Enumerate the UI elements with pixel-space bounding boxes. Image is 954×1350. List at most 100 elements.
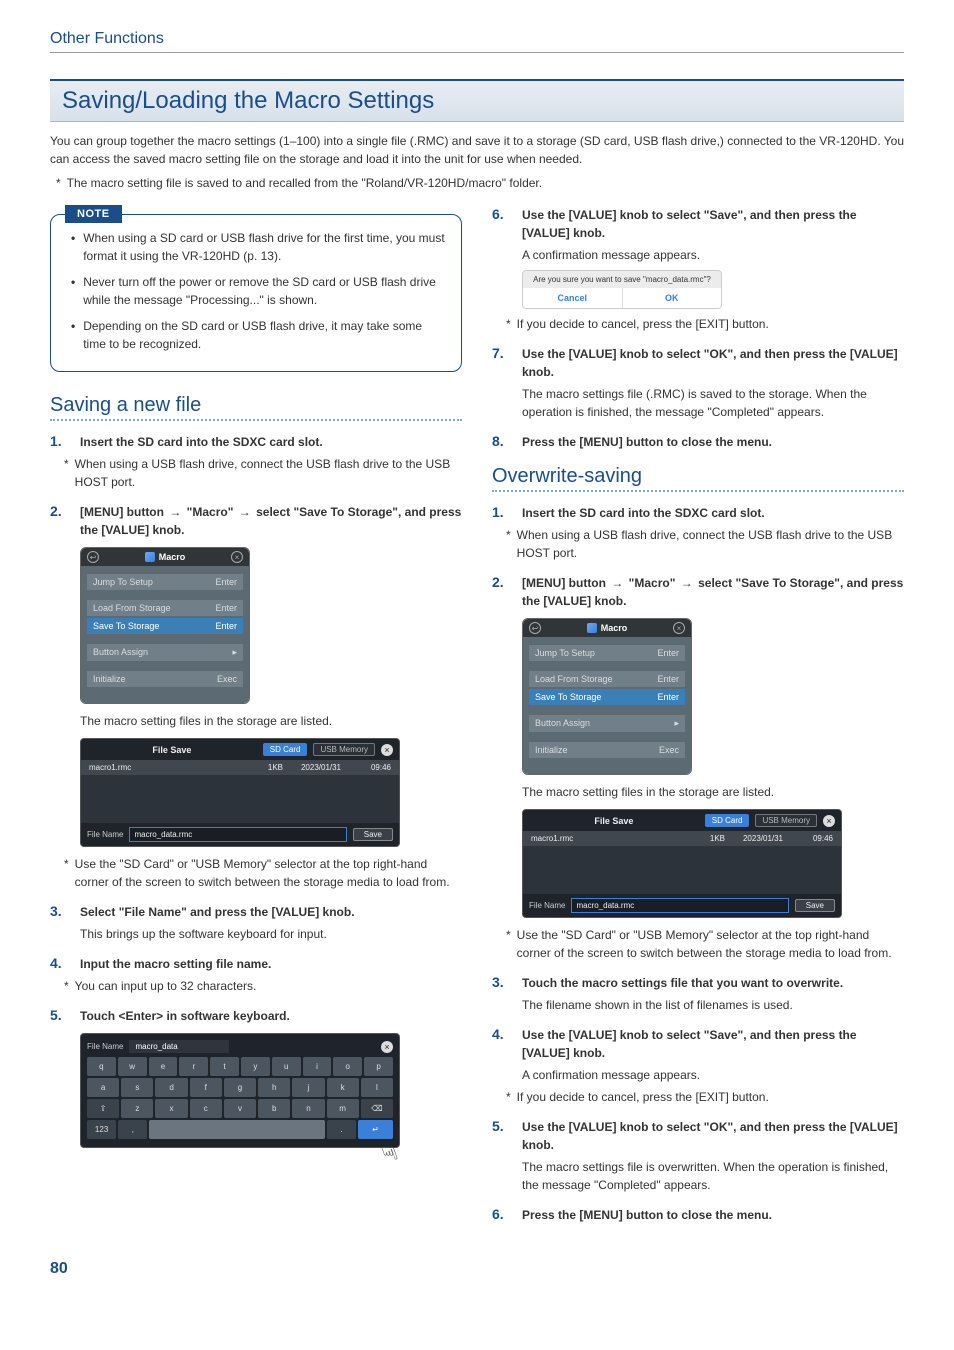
step-title: [MENU] button → "Macro" → select "Save T… [522, 574, 904, 610]
step-body: The filename shown in the list of filena… [522, 996, 904, 1014]
usb-memory-tab: USB Memory [755, 814, 817, 827]
kbd-row: ⇧zxcvbnm⌫ [87, 1099, 393, 1118]
file-name-label: File Name [87, 830, 123, 839]
kbd-filename-value: macro_data [129, 1040, 229, 1053]
close-icon: × [673, 622, 685, 634]
dotted-rule [492, 490, 904, 492]
left-column: NOTE When using a SD card or USB flash d… [50, 206, 462, 1236]
step-1: 1. Insert the SD card into the SDXC card… [50, 433, 462, 491]
step-note: * You can input up to 32 characters. [64, 977, 462, 995]
step-title: Use the [VALUE] knob to select "Save", a… [522, 1026, 904, 1062]
asterisk-icon: * [506, 315, 511, 333]
saving-new-file-heading: Saving a new file [50, 394, 462, 417]
step-title: Insert the SD card into the SDXC card sl… [522, 504, 904, 522]
close-icon: × [381, 1041, 393, 1053]
step-title: Use the [VALUE] knob to select "Save", a… [522, 206, 904, 242]
ow-step-1: 1. Insert the SD card into the SDXC card… [492, 504, 904, 562]
dotted-rule [50, 419, 462, 421]
arrow-icon: → [609, 574, 625, 592]
close-icon: × [381, 744, 393, 756]
file-row: macro1.rmc 1KB 2023/01/31 09:46 [523, 831, 841, 846]
step-number: 4. [492, 1026, 514, 1042]
step-number: 3. [50, 903, 72, 919]
step-2: 2. [MENU] button → "Macro" → select "Sav… [50, 503, 462, 891]
step-number: 6. [492, 206, 514, 222]
step-note: * If you decide to cancel, press the [EX… [506, 1088, 904, 1106]
step-number: 1. [50, 433, 72, 449]
note-item: Never turn off the power or remove the S… [83, 273, 445, 309]
ow-step-5: 5. Use the [VALUE] knob to select "OK", … [492, 1118, 904, 1194]
file-row: macro1.rmc 1KB 2023/01/31 09:46 [81, 760, 399, 775]
step-note: * When using a USB flash drive, connect … [506, 526, 904, 562]
file-save-title: File Save [87, 745, 257, 755]
intro-paragraph: You can group together the macro setting… [50, 132, 904, 168]
note-box: NOTE When using a SD card or USB flash d… [50, 214, 462, 372]
arrow-icon: → [679, 574, 695, 592]
step-body: The macro settings file is overwritten. … [522, 1158, 904, 1194]
step-title: Press the [MENU] button to close the men… [522, 433, 904, 451]
asterisk-icon: * [64, 977, 69, 995]
step-body: This brings up the software keyboard for… [80, 925, 462, 943]
right-column: 6. Use the [VALUE] knob to select "Save"… [492, 206, 904, 1236]
asterisk-icon: * [64, 455, 69, 491]
space-key [149, 1120, 324, 1139]
confirm-message: Are you sure you want to save "macro_dat… [523, 271, 721, 288]
step-8: 8. Press the [MENU] button to close the … [492, 433, 904, 451]
page-title: Saving/Loading the Macro Settings [50, 79, 904, 122]
ow-step-4: 4. Use the [VALUE] knob to select "Save"… [492, 1026, 904, 1106]
arrow-icon: → [167, 503, 183, 521]
kbd-row: qwertyuiop [87, 1057, 393, 1076]
arrow-icon: → [237, 503, 253, 521]
file-name-field: macro_data.rmc [571, 898, 788, 913]
step-6: 6. Use the [VALUE] knob to select "Save"… [492, 206, 904, 333]
intro-note-text: The macro setting file is saved to and r… [67, 174, 542, 192]
sd-card-tab: SD Card [705, 814, 750, 827]
file-save-panel: File Save SD Card USB Memory × macro1.rm… [522, 809, 842, 918]
step-title: Touch the macro settings file that you w… [522, 974, 904, 992]
step-title: Input the macro setting file name. [80, 955, 462, 973]
step-title: Use the [VALUE] knob to select "OK", and… [522, 345, 904, 381]
step-caption: The macro setting files in the storage a… [80, 712, 462, 730]
step-note: * Use the "SD Card" or "USB Memory" sele… [506, 926, 904, 962]
step-number: 7. [492, 345, 514, 361]
doc-icon [587, 623, 597, 633]
step-number: 4. [50, 955, 72, 971]
note-item: Depending on the SD card or USB flash dr… [83, 317, 445, 353]
step-number: 3. [492, 974, 514, 990]
kbd-row: 123 , . ↵ [87, 1120, 393, 1139]
file-save-panel: File Save SD Card USB Memory × macro1.rm… [80, 738, 400, 847]
asterisk-icon: * [506, 526, 511, 562]
step-5: 5. Touch <Enter> in software keyboard. F… [50, 1007, 462, 1148]
ow-step-3: 3. Touch the macro settings file that yo… [492, 974, 904, 1014]
note-item: When using a SD card or USB flash drive … [83, 229, 445, 265]
asterisk-icon: * [56, 174, 61, 192]
file-save-title: File Save [529, 816, 699, 826]
step-number: 2. [50, 503, 72, 519]
note-label: NOTE [65, 205, 122, 223]
save-button: Save [795, 899, 835, 912]
ow-step-2: 2. [MENU] button → "Macro" → select "Sav… [492, 574, 904, 962]
overwrite-saving-heading: Overwrite-saving [492, 465, 904, 488]
sd-card-tab: SD Card [263, 743, 308, 756]
step-title: Use the [VALUE] knob to select "OK", and… [522, 1118, 904, 1154]
step-title: Touch <Enter> in software keyboard. [80, 1007, 462, 1025]
comma-key: , [118, 1120, 147, 1139]
step-4: 4. Input the macro setting file name. * … [50, 955, 462, 995]
back-icon: ↩ [529, 622, 541, 634]
step-title: Select "File Name" and press the [VALUE]… [80, 903, 462, 921]
macro-menu-screenshot: ↩ Macro × Jump To SetupEnter Load From S… [80, 547, 250, 704]
step-number: 5. [50, 1007, 72, 1023]
kbd-row: asdfghjkl [87, 1078, 393, 1097]
step-3: 3. Select "File Name" and press the [VAL… [50, 903, 462, 943]
step-body: The macro settings file (.RMC) is saved … [522, 385, 904, 421]
step-number: 8. [492, 433, 514, 449]
doc-icon [145, 552, 155, 562]
kbd-filename-label: File Name [87, 1042, 123, 1051]
step-body: A confirmation message appears. [522, 1066, 904, 1084]
step-7: 7. Use the [VALUE] knob to select "OK", … [492, 345, 904, 421]
page-number: 80 [50, 1260, 904, 1278]
asterisk-icon: * [506, 926, 511, 962]
confirm-dialog: Are you sure you want to save "macro_dat… [522, 270, 722, 309]
step-body: A confirmation message appears. [522, 246, 904, 264]
save-button: Save [353, 828, 393, 841]
